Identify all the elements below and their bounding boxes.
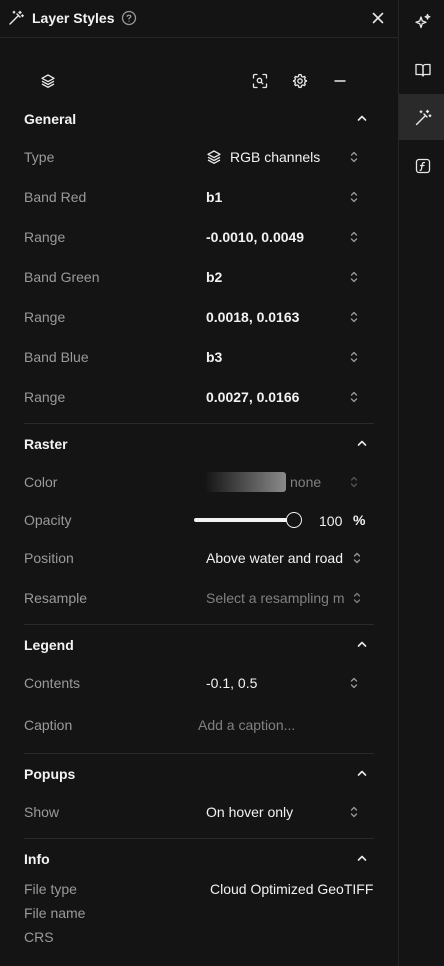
layers-icon [206, 149, 222, 165]
chevron-updown-icon[interactable] [348, 475, 360, 489]
layer-styles-panel: Layer Styles General Type RGB channels B… [0, 0, 398, 966]
band-blue-select[interactable]: b3 [206, 349, 222, 365]
chevron-updown-icon[interactable] [348, 150, 360, 164]
band-green-label: Band Green [24, 269, 100, 285]
position-select[interactable]: Above water and road [206, 550, 343, 566]
range-red-select[interactable]: -0.0010, 0.0049 [206, 229, 304, 245]
chevron-updown-icon[interactable] [348, 190, 360, 204]
section-title-info: Info [24, 851, 50, 867]
band-blue-label: Band Blue [24, 349, 89, 365]
range-green-label: Range [24, 309, 66, 325]
caption-input[interactable]: Add a caption... [198, 717, 295, 733]
contents-select[interactable]: -0.1, 0.5 [206, 675, 257, 691]
chevron-updown-icon[interactable] [348, 350, 360, 364]
color-label: Color [24, 474, 58, 490]
range-green-select[interactable]: 0.0018, 0.0163 [206, 309, 299, 325]
section-title-popups: Popups [24, 766, 76, 782]
caption-label: Caption [24, 717, 73, 733]
panel-header: Layer Styles [0, 0, 398, 38]
layers-icon[interactable] [40, 73, 56, 89]
close-icon[interactable] [371, 11, 385, 25]
section-divider [24, 423, 374, 424]
contents-label: Contents [24, 675, 81, 691]
chevron-updown-icon[interactable] [348, 270, 360, 284]
help-icon[interactable] [121, 10, 137, 26]
band-green-select[interactable]: b2 [206, 269, 222, 285]
color-ramp-swatch[interactable] [206, 472, 286, 492]
color-ramp-value[interactable]: none [290, 474, 321, 490]
panel-title: Layer Styles [32, 10, 115, 26]
section-title-raster: Raster [24, 436, 68, 452]
show-select[interactable]: On hover only [206, 804, 293, 820]
range-blue-label: Range [24, 389, 66, 405]
band-red-label: Band Red [24, 189, 87, 205]
section-divider [24, 624, 374, 625]
type-label: Type [24, 149, 55, 165]
chevron-updown-icon[interactable] [348, 390, 360, 404]
collapse-minus-icon[interactable] [333, 73, 347, 89]
right-tool-rail [398, 0, 444, 966]
book-open-icon[interactable] [414, 61, 432, 79]
resample-select[interactable]: Select a resampling m [206, 590, 345, 606]
opacity-label: Opacity [24, 512, 72, 528]
resample-label: Resample [24, 590, 88, 606]
chevron-updown-icon[interactable] [348, 230, 360, 244]
zoom-to-layer-icon[interactable] [252, 73, 268, 89]
opacity-slider-track[interactable] [194, 518, 294, 522]
band-red-select[interactable]: b1 [206, 189, 222, 205]
chevron-up-icon[interactable] [356, 638, 368, 650]
range-red-label: Range [24, 229, 66, 245]
chevron-up-icon[interactable] [356, 437, 368, 449]
section-title-general: General [24, 111, 77, 127]
chevron-up-icon[interactable] [356, 852, 368, 864]
settings-gear-icon[interactable] [292, 73, 308, 89]
chevron-up-icon[interactable] [356, 767, 368, 779]
crs-label: CRS [24, 929, 54, 945]
show-label: Show [24, 804, 60, 820]
opacity-value[interactable]: 100 [319, 513, 342, 529]
opacity-slider-thumb[interactable] [286, 512, 302, 528]
magic-wand-icon [8, 10, 24, 26]
section-divider [24, 753, 374, 754]
chevron-updown-icon[interactable] [348, 805, 360, 819]
chevron-up-icon[interactable] [356, 112, 368, 124]
file-name-label: File name [24, 905, 86, 921]
file-type-label: File type [24, 881, 77, 897]
position-label: Position [24, 550, 74, 566]
magic-wand-icon[interactable] [414, 109, 432, 127]
section-title-legend: Legend [24, 637, 74, 653]
function-box-icon[interactable] [414, 157, 432, 175]
opacity-unit: % [353, 512, 366, 528]
type-select[interactable]: RGB channels [230, 149, 320, 165]
section-divider [24, 838, 374, 839]
file-type-value: Cloud Optimized GeoTIFF [210, 881, 374, 897]
sparkles-icon[interactable] [414, 13, 432, 31]
chevron-updown-icon[interactable] [348, 310, 360, 324]
range-blue-select[interactable]: 0.0027, 0.0166 [206, 389, 299, 405]
chevron-updown-icon[interactable] [348, 676, 360, 690]
chevron-updown-icon[interactable] [351, 591, 363, 605]
chevron-updown-icon[interactable] [351, 551, 363, 565]
